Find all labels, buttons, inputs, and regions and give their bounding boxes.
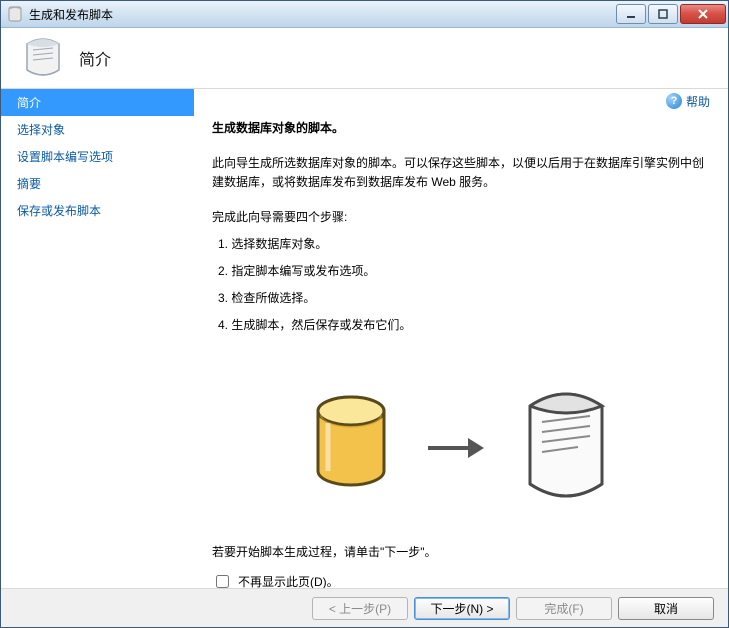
next-button[interactable]: 下一步(N) > [414,597,510,620]
content-description: 此向导生成所选数据库对象的脚本。可以保存这些脚本，以便以后用于在数据库引擎实例中… [212,154,710,192]
window-title: 生成和发布脚本 [29,6,614,23]
steps-intro: 完成此向导需要四个步骤: [212,208,710,225]
script-icon [516,388,616,508]
app-icon [7,6,23,22]
cancel-button[interactable]: 取消 [618,597,714,620]
step-item: 4. 生成脚本，然后保存或发布它们。 [218,316,710,333]
dont-show-checkbox[interactable] [216,575,229,588]
maximize-button[interactable] [648,4,678,24]
back-button: < 上一步(P) [312,597,408,620]
illustration [212,383,710,513]
arrow-icon [426,433,486,463]
minimize-button[interactable] [616,4,646,24]
window-buttons [614,4,726,24]
help-link[interactable]: ? 帮助 [666,93,710,110]
titlebar: 生成和发布脚本 [1,1,728,28]
steps-list: 1. 选择数据库对象。 2. 指定脚本编写或发布选项。 3. 检查所做选择。 4… [218,235,710,333]
page-title: 简介 [79,46,111,70]
wizard-body: 简介 选择对象 设置脚本编写选项 摘要 保存或发布脚本 ? 帮助 生成数据库对象… [1,89,728,588]
sidebar: 简介 选择对象 设置脚本编写选项 摘要 保存或发布脚本 [1,89,194,588]
sidebar-item-save-publish[interactable]: 保存或发布脚本 [1,197,194,224]
content-pane: ? 帮助 生成数据库对象的脚本。 此向导生成所选数据库对象的脚本。可以保存这些脚… [194,89,728,588]
dont-show-label[interactable]: 不再显示此页(D)。 [238,573,339,588]
sidebar-item-summary[interactable]: 摘要 [1,170,194,197]
wizard-window: 生成和发布脚本 简介 简介 选择对象 设置脚本编写选项 [0,0,729,628]
sidebar-item-set-options[interactable]: 设置脚本编写选项 [1,143,194,170]
sidebar-item-choose-objects[interactable]: 选择对象 [1,116,194,143]
finish-button: 完成(F) [516,597,612,620]
help-label: 帮助 [686,93,710,110]
footer: < 上一步(P) 下一步(N) > 完成(F) 取消 [1,588,728,627]
content-heading: 生成数据库对象的脚本。 [212,119,710,136]
step-item: 1. 选择数据库对象。 [218,235,710,252]
step-item: 3. 检查所做选择。 [218,289,710,306]
header: 简介 [1,28,728,88]
dont-show-row: 不再显示此页(D)。 [212,572,710,588]
sidebar-item-intro[interactable]: 简介 [1,89,194,116]
step-item: 2. 指定脚本编写或发布选项。 [218,262,710,279]
database-icon [306,393,396,503]
close-button[interactable] [680,4,726,24]
instruction-text: 若要开始脚本生成过程，请单击"下一步"。 [212,543,710,560]
help-icon: ? [666,93,682,109]
scroll-icon [21,36,65,80]
